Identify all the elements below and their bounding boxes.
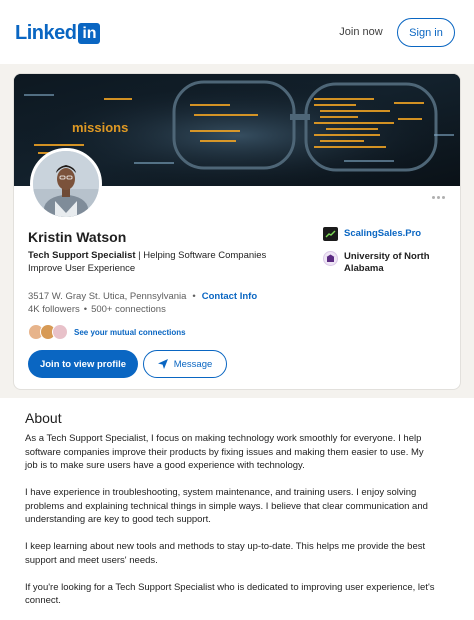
about-section: About As a Tech Support Specialist, I fo… [0, 398, 474, 620]
contact-info-link[interactable]: Contact Info [202, 291, 257, 302]
banner-text: missions [72, 120, 128, 135]
school-name: University of North Alabama [344, 251, 430, 274]
join-to-view-profile-button[interactable]: Join to view profile [28, 350, 138, 378]
logo-text: Linked [15, 22, 77, 44]
location-text: 3517 W. Gray St. Utica, Pennsylvania [28, 291, 187, 302]
message-button-label: Message [173, 358, 213, 370]
about-paragraph: I keep learning about new tools and meth… [25, 541, 426, 566]
avatar[interactable] [30, 148, 102, 220]
more-options-icon[interactable] [432, 194, 448, 200]
separator-dot: • [192, 291, 196, 302]
university-logo-icon [323, 251, 338, 266]
separator-dot: • [83, 304, 88, 315]
company-logo-icon [323, 227, 338, 241]
sign-in-button[interactable]: Sign in [397, 18, 455, 47]
about-paragraph: If you're looking for a Tech Support Spe… [25, 581, 435, 607]
about-paragraph: As a Tech Support Specialist, I focus on… [25, 433, 424, 471]
location-row: 3517 W. Gray St. Utica, Pennsylvania • C… [28, 291, 257, 302]
followers-row: 4K followers • 500+ connections [28, 304, 166, 315]
about-paragraph: I have experience in troubleshooting, sy… [25, 487, 428, 525]
linkedin-logo[interactable]: Linked in [15, 22, 101, 45]
avatar-image [33, 151, 99, 217]
mutual-avatars [28, 324, 68, 340]
mutual-avatar [52, 324, 68, 340]
profile-name: Kristin Watson [28, 229, 127, 245]
send-icon [157, 359, 168, 369]
headline-title: Tech Support Specialist [28, 250, 136, 261]
current-company[interactable]: ScalingSales.Pro [323, 227, 421, 241]
company-name: ScalingSales.Pro [344, 228, 422, 239]
about-title: About [25, 410, 62, 426]
followers-count: 4K followers [28, 304, 80, 315]
about-body: As a Tech Support Specialist, I focus on… [25, 432, 437, 620]
join-now-link[interactable]: Join now [333, 20, 389, 44]
mutual-connections-link[interactable]: See your mutual connections [74, 328, 186, 337]
top-nav-bar: Linked in Join now Sign in [0, 0, 474, 64]
mutual-connections[interactable]: See your mutual connections [28, 324, 186, 340]
profile-headline: Tech Support Specialist | Helping Softwa… [28, 249, 278, 275]
connections-count: 500+ connections [91, 304, 166, 315]
profile-card: missions Kristin Watson Tech Support Spe… [13, 73, 461, 390]
education-school[interactable]: University of North Alabama [323, 251, 439, 275]
message-button[interactable]: Message [143, 350, 227, 378]
logo-in-box: in [78, 23, 101, 44]
